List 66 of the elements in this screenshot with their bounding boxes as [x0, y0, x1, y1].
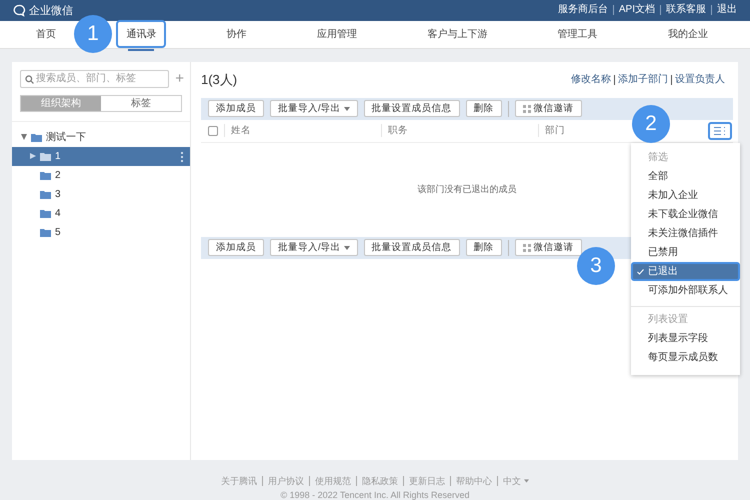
toolbar-button[interactable]: 批量设置成员信息 [364, 239, 460, 256]
menu-item[interactable]: 全部 [631, 166, 740, 186]
empty-message: 该部门没有已退出的成员 [418, 183, 516, 196]
folder-icon [40, 170, 51, 180]
toolbar-button[interactable]: 添加成员 [208, 100, 264, 118]
search-icon [25, 74, 34, 84]
menu-item[interactable]: 未关注微信插件 [631, 224, 740, 243]
nav-tab[interactable]: 首页 [26, 20, 66, 48]
nav-tab[interactable]: 协作 [216, 20, 257, 48]
expand-arrow-icon[interactable] [21, 134, 27, 140]
menu-item[interactable]: 可添加外部联系人 [631, 280, 740, 300]
caret-icon [344, 246, 350, 250]
toolbar-button[interactable]: 微信邀请 [514, 100, 582, 118]
action-link[interactable]: 修改名称 [568, 74, 614, 85]
toolbar-button[interactable]: 批量导入/导出 [270, 239, 358, 256]
folder-icon [40, 190, 51, 199]
menu-item[interactable]: 列表显示字段 [631, 328, 740, 348]
toolbar-button[interactable]: 添加成员 [208, 239, 264, 256]
grid-icon [522, 104, 531, 113]
check-icon [637, 268, 644, 275]
toolbar-button[interactable]: 批量设置成员信息 [364, 100, 460, 118]
chat-bubble-icon [12, 4, 26, 17]
logo-text: 企业微信 [29, 4, 73, 18]
menu-item[interactable]: 每页显示成员数 [631, 348, 740, 367]
caret-icon [344, 106, 350, 111]
nav-tab[interactable]: 我的企业 [658, 20, 718, 48]
toolbar-button[interactable]: 批量导入/导出 [270, 100, 358, 118]
menu-item[interactable]: 未下载企业微信 [631, 204, 740, 224]
menu-item[interactable]: 已禁用 [631, 242, 740, 262]
nav-tab[interactable]: 管理工具 [548, 20, 608, 48]
tree-item[interactable]: 4 [12, 204, 190, 223]
menu-section-title: 筛选 [647, 150, 669, 165]
tree-item[interactable]: 3 [12, 184, 190, 204]
action-link[interactable]: 设置负责人 [671, 74, 728, 85]
menu-section-title: 列表设置 [647, 312, 689, 327]
folder-icon [31, 132, 42, 142]
folder-icon [40, 152, 51, 161]
tree-item[interactable]: 1 [12, 146, 190, 166]
menu-item[interactable]: 未加入企业 [631, 186, 740, 205]
header-link[interactable]: 联系客服 [660, 5, 711, 16]
folder-icon [40, 208, 51, 218]
toolbar-button[interactable]: 删除 [466, 100, 502, 118]
copyright-text: © 1998 - 2022 Tencent Inc. All Rights Reserved [280, 490, 470, 500]
nav-tab[interactable]: 应用管理 [306, 20, 367, 48]
nav-tab[interactable]: 通讯录 [116, 20, 166, 48]
column-header: 姓名 [224, 124, 381, 138]
list-menu-icon[interactable] [708, 122, 732, 140]
toolbar-button[interactable]: 微信邀请 [514, 239, 582, 256]
tree-item[interactable]: 2 [12, 166, 190, 185]
caret-icon [524, 479, 529, 483]
department-title: 1(3人) [201, 70, 238, 89]
header-link[interactable]: API文档 [612, 5, 660, 16]
expand-arrow-icon[interactable] [30, 153, 36, 160]
select-all-checkbox[interactable] [208, 126, 218, 136]
header-link[interactable]: 服务商后台 [552, 5, 613, 16]
toolbar-button[interactable]: 删除 [466, 239, 502, 256]
nav-tab[interactable]: 客户与上下游 [417, 20, 498, 48]
search-field[interactable]: 搜索成员、部门、标签 [20, 70, 170, 88]
action-link[interactable]: 添加子部门 [614, 74, 671, 85]
tree-item[interactable]: 测试一下 [12, 128, 190, 147]
folder-icon [40, 228, 51, 237]
column-header: 职务 [381, 124, 538, 138]
tree-item[interactable]: 5 [12, 222, 190, 242]
header-link[interactable]: 退出 [711, 5, 742, 16]
menu-item[interactable]: 已退出 [631, 262, 740, 281]
grid-icon [522, 244, 531, 252]
